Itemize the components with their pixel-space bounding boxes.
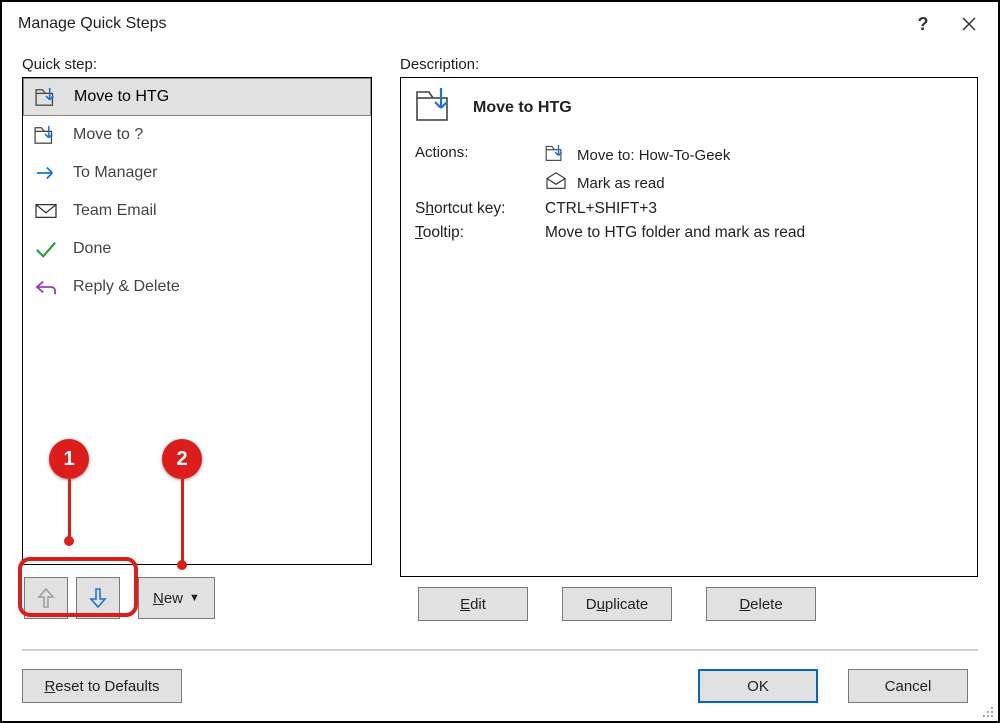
- quick-step-label: Quick step:: [22, 56, 372, 73]
- action-text: Mark as read: [577, 175, 665, 192]
- quick-step-item-label: Done: [73, 240, 111, 258]
- check-icon: [33, 239, 59, 259]
- chevron-down-icon: ▼: [189, 592, 200, 604]
- detail-name: Move to HTG: [473, 99, 572, 117]
- shortcut-key-value: CTRL+SHIFT+3: [545, 200, 963, 218]
- move-folder-icon: [34, 87, 60, 107]
- reset-to-defaults-button[interactable]: Reset to Defaults: [22, 669, 182, 703]
- action-item: Move to: How-To-Geek: [545, 144, 963, 166]
- reply-icon: [33, 277, 59, 297]
- shortcut-key-label: Shortcut key:: [415, 200, 545, 218]
- quick-step-item[interactable]: To Manager: [23, 154, 371, 192]
- cancel-button[interactable]: Cancel: [848, 669, 968, 703]
- quick-step-item[interactable]: Done: [23, 230, 371, 268]
- description-panel: Move to HTG Actions: Move to: How-To-Gee…: [400, 77, 978, 577]
- quick-step-item[interactable]: Move to ?: [23, 116, 371, 154]
- move-down-button[interactable]: [76, 577, 120, 619]
- arrow-down-icon: [88, 586, 108, 610]
- help-button[interactable]: ?: [900, 9, 946, 39]
- description-label: Description:: [400, 56, 978, 73]
- manage-quick-steps-dialog: Manage Quick Steps ? Quick step: Move to…: [0, 0, 1000, 723]
- edit-button[interactable]: Edit: [418, 587, 528, 621]
- tooltip-value: Move to HTG folder and mark as read: [545, 224, 963, 242]
- titlebar: Manage Quick Steps ?: [2, 2, 998, 46]
- action-text: Move to: How-To-Geek: [577, 147, 730, 164]
- envelope-open-icon: [545, 172, 567, 194]
- quick-step-list[interactable]: Move to HTG Move to ? To Manager Team Email…: [22, 77, 372, 565]
- move-folder-icon: [545, 144, 567, 166]
- new-button[interactable]: New ▼: [138, 577, 215, 619]
- envelope-icon: [33, 201, 59, 221]
- tooltip-label: Tooltip:: [415, 224, 545, 242]
- move-up-button[interactable]: [24, 577, 68, 619]
- resize-grip[interactable]: [982, 705, 994, 717]
- delete-button[interactable]: Delete: [706, 587, 816, 621]
- quick-step-item[interactable]: Team Email: [23, 192, 371, 230]
- actions-label: Actions:: [415, 144, 545, 200]
- window-title: Manage Quick Steps: [18, 15, 900, 33]
- quick-step-item-label: Reply & Delete: [73, 278, 180, 296]
- close-icon: [962, 17, 976, 31]
- quick-step-item-label: To Manager: [73, 164, 158, 182]
- move-folder-icon: [415, 86, 457, 130]
- quick-step-item-label: Move to ?: [73, 126, 143, 144]
- duplicate-button[interactable]: Duplicate: [562, 587, 672, 621]
- action-item: Mark as read: [545, 172, 963, 194]
- quick-step-item[interactable]: Reply & Delete: [23, 268, 371, 306]
- quick-step-item-label: Team Email: [73, 202, 157, 220]
- quick-step-item[interactable]: Move to HTG: [23, 78, 371, 116]
- move-folder-icon: [33, 125, 59, 145]
- arrow-up-icon: [36, 586, 56, 610]
- ok-button[interactable]: OK: [698, 669, 818, 703]
- arrow-right-icon: [33, 163, 59, 183]
- close-button[interactable]: [946, 9, 992, 39]
- quick-step-item-label: Move to HTG: [74, 88, 169, 106]
